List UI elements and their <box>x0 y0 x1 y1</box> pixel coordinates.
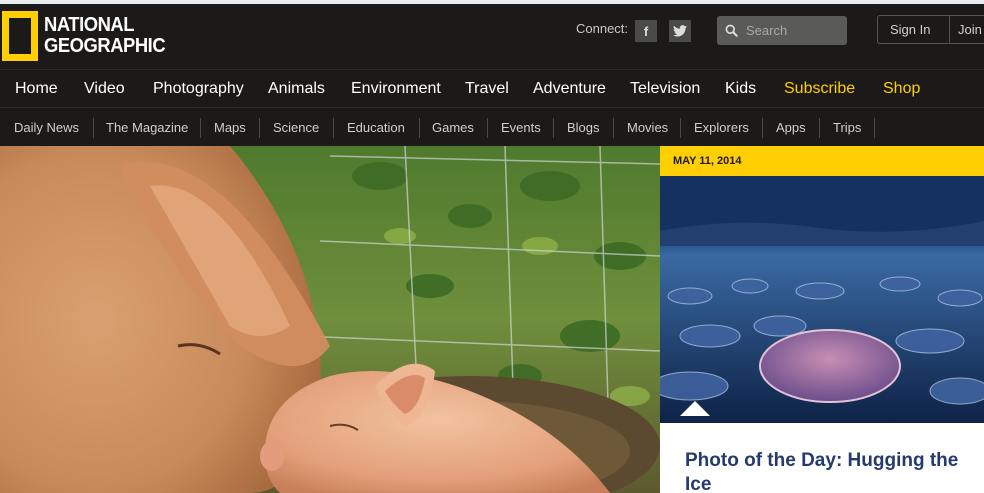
subnav-games[interactable]: Games <box>432 120 474 135</box>
ice-illustration <box>660 176 984 423</box>
yellow-border-logo-icon <box>2 11 38 61</box>
nav-adventure[interactable]: Adventure <box>533 80 606 98</box>
subnav-trips[interactable]: Trips <box>833 120 861 135</box>
join-link[interactable]: Join <box>950 22 982 37</box>
nav-photography[interactable]: Photography <box>153 80 244 98</box>
photo-of-the-day-panel: MAY 11, 2014 Photo of the Day: Hugging t… <box>660 146 984 493</box>
search-box[interactable] <box>717 16 847 45</box>
nav-animals[interactable]: Animals <box>268 80 325 98</box>
subnav-movies[interactable]: Movies <box>627 120 668 135</box>
pigs-illustration <box>0 146 660 493</box>
nav-environment[interactable]: Environment <box>351 80 441 98</box>
site-header: NATIONAL GEOGRAPHIC Connect: f Sign In J… <box>0 4 984 69</box>
sign-in-link[interactable]: Sign In <box>878 16 950 43</box>
natgeo-logo[interactable]: NATIONAL GEOGRAPHIC <box>2 11 176 61</box>
twitter-icon[interactable] <box>669 20 691 42</box>
subnav-divider <box>874 118 875 138</box>
secondary-navigation: Daily News The Magazine Maps Science Edu… <box>0 108 984 146</box>
nav-television[interactable]: Television <box>630 80 700 98</box>
subnav-divider <box>93 118 94 138</box>
logo-wordmark: NATIONAL GEOGRAPHIC <box>44 14 166 57</box>
search-input[interactable] <box>746 23 841 38</box>
subnav-the-magazine[interactable]: The Magazine <box>106 120 188 135</box>
subnav-divider <box>680 118 681 138</box>
logo-line-2: GEOGRAPHIC <box>44 35 166 57</box>
subnav-science[interactable]: Science <box>273 120 319 135</box>
main-navigation: Home Video Photography Animals Environme… <box>0 69 984 108</box>
subnav-divider <box>259 118 260 138</box>
subnav-divider <box>819 118 820 138</box>
nav-subscribe[interactable]: Subscribe <box>784 80 855 98</box>
account-links: Sign In Join <box>877 15 984 44</box>
subnav-events[interactable]: Events <box>501 120 541 135</box>
subnav-education[interactable]: Education <box>347 120 405 135</box>
logo-line-1: NATIONAL <box>44 14 135 36</box>
subnav-divider <box>553 118 554 138</box>
potd-date: MAY 11, 2014 <box>660 146 984 176</box>
facebook-icon[interactable]: f <box>635 20 657 42</box>
connect-label: Connect: <box>576 21 629 36</box>
subnav-divider <box>613 118 614 138</box>
nav-home[interactable]: Home <box>15 80 58 98</box>
nav-kids[interactable]: Kids <box>725 80 756 98</box>
subnav-blogs[interactable]: Blogs <box>567 120 600 135</box>
subnav-divider <box>762 118 763 138</box>
nav-shop[interactable]: Shop <box>883 80 920 98</box>
potd-image-ice[interactable] <box>660 176 984 423</box>
search-icon <box>725 24 738 37</box>
subnav-divider <box>419 118 420 138</box>
subnav-divider <box>333 118 334 138</box>
hero-photo-pigs[interactable] <box>0 146 660 493</box>
subnav-daily-news[interactable]: Daily News <box>14 120 79 135</box>
subnav-divider <box>200 118 201 138</box>
nav-travel[interactable]: Travel <box>465 80 509 98</box>
subnav-maps[interactable]: Maps <box>214 120 246 135</box>
nav-video[interactable]: Video <box>84 80 125 98</box>
subnav-explorers[interactable]: Explorers <box>694 120 749 135</box>
subnav-apps[interactable]: Apps <box>776 120 806 135</box>
subnav-divider <box>487 118 488 138</box>
potd-title-link[interactable]: Photo of the Day: Hugging the Ice <box>685 449 975 493</box>
